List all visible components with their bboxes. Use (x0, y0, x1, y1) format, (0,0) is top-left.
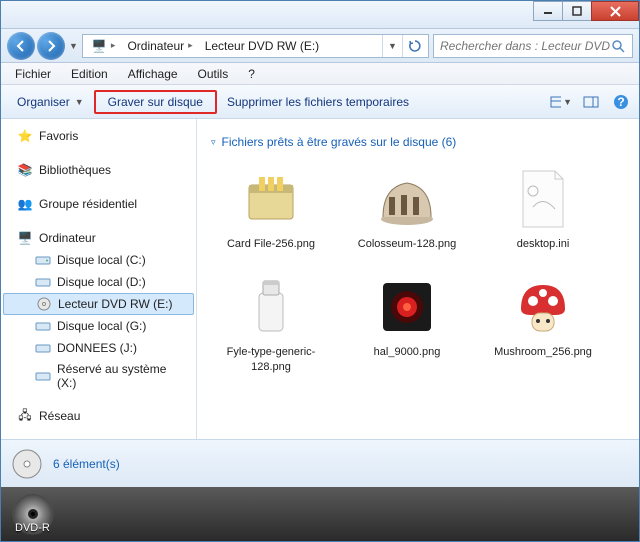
nav-network[interactable]: 🖧Réseau (3, 405, 194, 427)
breadcrumb-item[interactable]: Lecteur DVD RW (E:) (199, 37, 325, 55)
breadcrumb-computer-icon[interactable]: 🖥️▸ (85, 36, 122, 56)
file-name: hal_9000.png (374, 345, 441, 359)
nav-computer[interactable]: 🖥️Ordinateur (3, 227, 194, 249)
disc-footer: DVD-R (1, 487, 639, 541)
nav-drive-selected[interactable]: Lecteur DVD RW (E:) (3, 293, 194, 315)
address-bar: ▼ 🖥️▸ Ordinateur ▸ Lecteur DVD RW (E:) ▼ (1, 29, 639, 63)
file-item[interactable]: Card File-256.png (211, 159, 331, 255)
view-mode-button[interactable]: ▼ (549, 91, 573, 113)
file-name: desktop.ini (517, 237, 570, 251)
file-item[interactable]: Mushroom_256.png (483, 267, 603, 378)
preview-pane-button[interactable] (579, 91, 603, 113)
file-name: Colosseum-128.png (358, 237, 456, 251)
menu-file[interactable]: Fichier (5, 65, 61, 83)
organize-button[interactable]: Organiser▼ (7, 91, 94, 113)
file-thumbnail (231, 271, 311, 343)
network-icon: 🖧 (17, 408, 33, 424)
files-grid: Card File-256.png Colosseum-128.png desk… (211, 159, 625, 378)
file-list: ▿Fichiers prêts à être gravés sur le dis… (197, 119, 639, 439)
file-item[interactable]: desktop.ini (483, 159, 603, 255)
nav-buttons: ▼ (7, 32, 78, 60)
help-button[interactable]: ? (609, 91, 633, 113)
file-name: Mushroom_256.png (494, 345, 592, 359)
nav-favorites[interactable]: ⭐Favoris (3, 125, 194, 147)
breadcrumb-dropdown[interactable]: ▼ (382, 35, 402, 57)
star-icon: ⭐ (17, 128, 33, 144)
search-box[interactable] (433, 34, 633, 58)
file-thumbnail (367, 163, 447, 235)
nav-drive[interactable]: DONNEES (J:) (3, 337, 194, 359)
svg-text:?: ? (617, 95, 624, 109)
maximize-button[interactable] (562, 1, 592, 21)
delete-temp-button[interactable]: Supprimer les fichiers temporaires (217, 91, 419, 113)
file-thumbnail (367, 271, 447, 343)
file-name: Fyle-type-generic-128.png (216, 345, 326, 374)
back-button[interactable] (7, 32, 35, 60)
file-item[interactable]: Fyle-type-generic-128.png (211, 267, 331, 378)
titlebar (1, 1, 639, 29)
explorer-window: ▼ 🖥️▸ Ordinateur ▸ Lecteur DVD RW (E:) ▼… (0, 0, 640, 542)
menu-bar: Fichier Edition Affichage Outils ? (1, 63, 639, 85)
menu-tools[interactable]: Outils (188, 65, 239, 83)
search-input[interactable] (440, 39, 610, 53)
breadcrumb[interactable]: 🖥️▸ Ordinateur ▸ Lecteur DVD RW (E:) ▼ (82, 34, 429, 58)
nav-history-dropdown[interactable]: ▼ (69, 41, 78, 51)
content-body: ⭐Favoris 📚Bibliothèques 👥Groupe résident… (1, 119, 639, 439)
file-item[interactable]: hal_9000.png (347, 267, 467, 378)
navigation-pane: ⭐Favoris 📚Bibliothèques 👥Groupe résident… (1, 119, 197, 439)
file-item[interactable]: Colosseum-128.png (347, 159, 467, 255)
nav-drive[interactable]: Disque local (G:) (3, 315, 194, 337)
minimize-button[interactable] (533, 1, 563, 21)
homegroup-icon: 👥 (17, 196, 33, 212)
file-name: Card File-256.png (227, 237, 315, 251)
file-thumbnail (503, 163, 583, 235)
drive-icon (35, 318, 51, 334)
group-header[interactable]: ▿Fichiers prêts à être gravés sur le dis… (211, 129, 625, 159)
file-thumbnail (503, 271, 583, 343)
nav-drive[interactable]: Réservé au système (X:) (3, 359, 194, 393)
close-button[interactable] (591, 1, 639, 21)
breadcrumb-item[interactable]: Ordinateur ▸ (121, 37, 198, 55)
drive-icon (35, 340, 51, 356)
status-bar: 6 élément(s) (1, 439, 639, 487)
drive-icon (35, 274, 51, 290)
disc-icon (11, 448, 43, 480)
nav-libraries[interactable]: 📚Bibliothèques (3, 159, 194, 181)
menu-view[interactable]: Affichage (118, 65, 188, 83)
computer-icon: 🖥️ (91, 38, 107, 54)
file-thumbnail (231, 163, 311, 235)
toolbar-right: ▼ ? (549, 91, 633, 113)
search-icon (610, 38, 626, 54)
nav-drive[interactable]: Disque local (D:) (3, 271, 194, 293)
disc-label: DVD-R (15, 522, 50, 534)
status-count: 6 élément(s) (53, 457, 120, 471)
refresh-button[interactable] (402, 35, 426, 57)
nav-homegroup[interactable]: 👥Groupe résidentiel (3, 193, 194, 215)
dvd-drive-icon (36, 296, 52, 312)
menu-edit[interactable]: Edition (61, 65, 118, 83)
drive-icon (35, 368, 51, 384)
library-icon: 📚 (17, 162, 33, 178)
menu-help[interactable]: ? (238, 65, 265, 83)
nav-drive[interactable]: Disque local (C:) (3, 249, 194, 271)
drive-icon (35, 252, 51, 268)
toolbar: Organiser▼ Graver sur disque Supprimer l… (1, 85, 639, 119)
forward-button[interactable] (37, 32, 65, 60)
computer-icon: 🖥️ (17, 230, 33, 246)
burn-button[interactable]: Graver sur disque (94, 90, 217, 114)
